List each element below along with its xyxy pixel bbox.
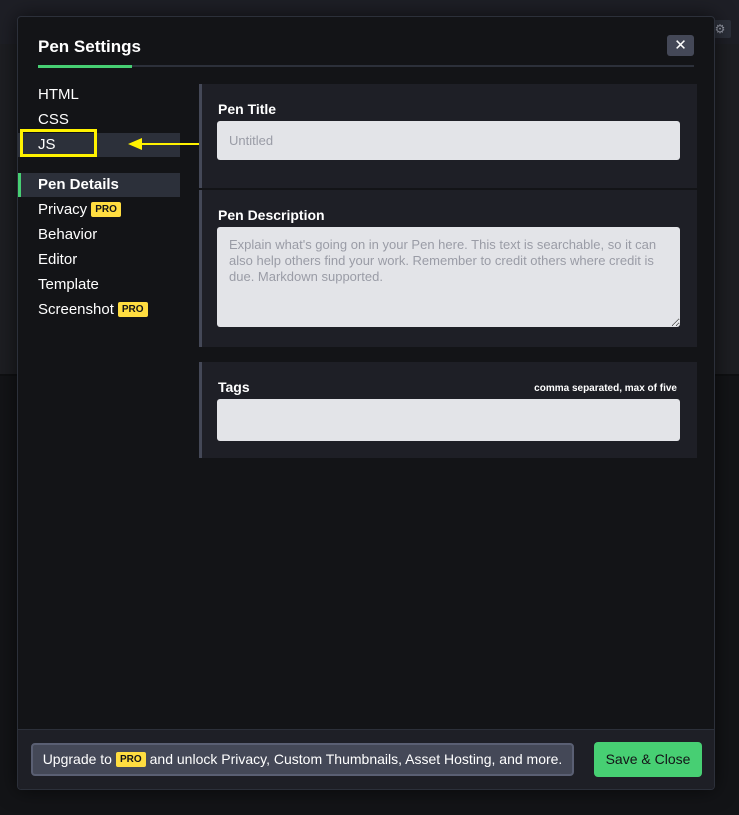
sidebar-item-label: Privacy xyxy=(38,201,88,218)
pen-title-input[interactable] xyxy=(217,121,680,160)
pen-settings-modal: Pen Settings ✕ HTML CSS JS Pen Details P… xyxy=(17,16,715,790)
sidebar-item-screenshot[interactable]: Screenshot PRO xyxy=(18,298,180,322)
modal-title: Pen Settings xyxy=(38,37,141,56)
upgrade-suffix: and unlock Privacy, Custom Thumbnails, A… xyxy=(149,751,563,767)
pen-title-panel: Pen Title xyxy=(199,84,697,188)
pen-description-label: Pen Description xyxy=(218,207,325,223)
pen-description-panel: Pen Description xyxy=(199,190,697,347)
sidebar-item-label: CSS xyxy=(38,111,69,128)
modal-footer: Upgrade to PRO and unlock Privacy, Custom … xyxy=(18,729,714,789)
title-underline xyxy=(38,65,132,68)
sidebar-item-template[interactable]: Template xyxy=(18,273,180,297)
pro-badge: PRO xyxy=(115,752,146,767)
tags-hint: comma separated, max of five xyxy=(534,383,677,394)
annotation-highlight-box xyxy=(20,129,97,157)
pro-badge: PRO xyxy=(117,302,148,317)
tags-input[interactable] xyxy=(217,399,680,441)
close-button[interactable]: ✕ xyxy=(667,35,694,56)
modal-header: Pen Settings ✕ xyxy=(18,17,714,69)
sidebar-item-label: Behavior xyxy=(38,226,98,243)
sidebar-item-behavior[interactable]: Behavior xyxy=(18,223,180,247)
sidebar-item-label: Screenshot xyxy=(38,301,114,318)
sidebar-item-label: Editor xyxy=(38,251,78,268)
close-icon: ✕ xyxy=(674,37,687,54)
sidebar-item-label: Pen Details xyxy=(38,176,119,193)
pro-badge: PRO xyxy=(91,202,121,217)
upgrade-prefix: Upgrade to xyxy=(42,751,112,767)
pen-title-label: Pen Title xyxy=(218,101,277,117)
sidebar-item-label: Template xyxy=(38,276,99,293)
save-close-button[interactable]: Save & Close xyxy=(594,742,702,777)
pen-description-textarea[interactable] xyxy=(217,227,680,327)
sidebar-item-editor[interactable]: Editor xyxy=(18,248,180,272)
sidebar-item-privacy[interactable]: Privacy PRO xyxy=(18,198,180,222)
tags-label: Tags xyxy=(218,379,250,395)
sidebar-item-label: HTML xyxy=(38,86,79,103)
sidebar-item-html[interactable]: HTML xyxy=(18,83,180,107)
tags-panel: Tags comma separated, max of five xyxy=(199,362,697,458)
upgrade-button[interactable]: Upgrade to PRO and unlock Privacy, Custom … xyxy=(31,743,574,776)
header-divider xyxy=(132,65,694,67)
sidebar-item-pen-details[interactable]: Pen Details xyxy=(18,173,180,197)
